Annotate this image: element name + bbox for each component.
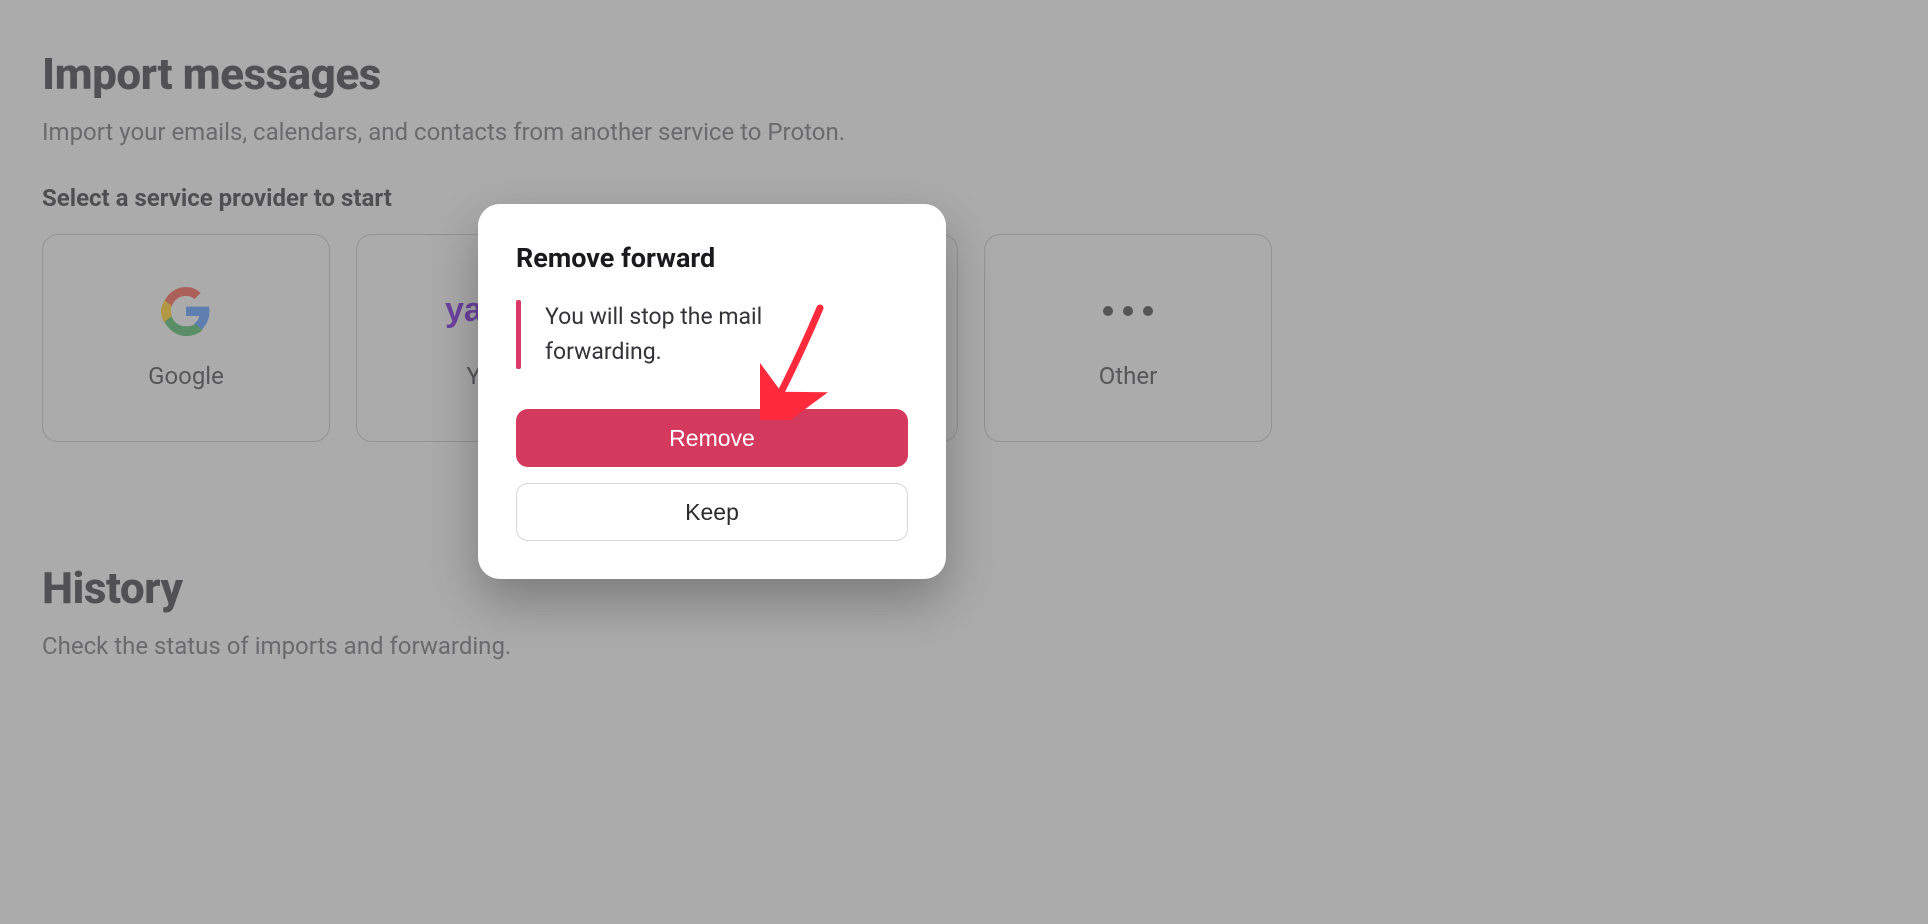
keep-button-label: Keep bbox=[685, 499, 739, 526]
remove-button[interactable]: Remove bbox=[516, 409, 908, 467]
keep-button[interactable]: Keep bbox=[516, 483, 908, 541]
remove-forward-dialog: Remove forward You will stop the mail fo… bbox=[478, 204, 946, 579]
dialog-message-row: You will stop the mail forwarding. bbox=[516, 300, 908, 369]
dialog-message: You will stop the mail forwarding. bbox=[545, 300, 785, 369]
modal-backdrop[interactable] bbox=[0, 0, 1928, 924]
dialog-accent-bar bbox=[516, 300, 521, 369]
remove-button-label: Remove bbox=[669, 425, 755, 452]
dialog-title: Remove forward bbox=[516, 242, 908, 274]
